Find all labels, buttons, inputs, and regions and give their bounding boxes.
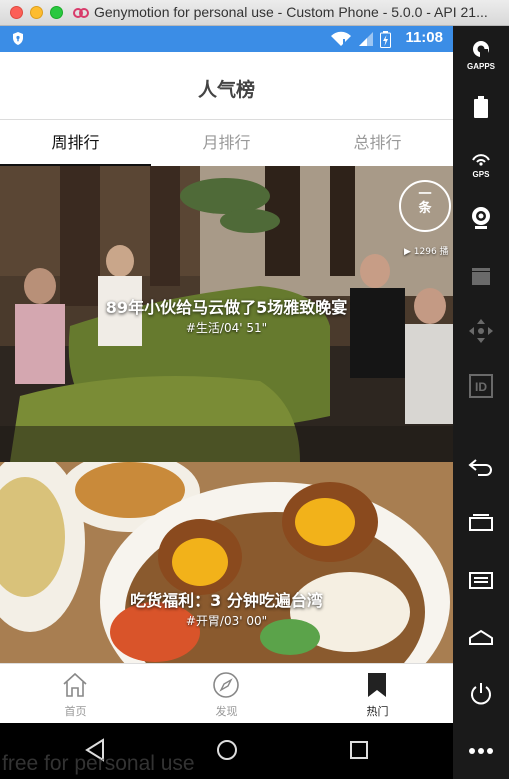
bottom-nav: 首页 发现 热门 [0, 663, 453, 723]
battery-icon [474, 96, 488, 118]
gapps-button[interactable]: GAPPS [453, 40, 509, 71]
card-meta: #开胃/03' 00" [185, 614, 268, 628]
svg-text:ID: ID [475, 380, 487, 394]
nav-hot[interactable]: 热门 [302, 664, 453, 723]
tab-all-time[interactable]: 总排行 [302, 120, 453, 166]
ranking-tabs: 周排行 月排行 总排行 [0, 120, 453, 166]
dpad-button[interactable] [453, 318, 509, 348]
nav-discover-label: 发现 [215, 705, 238, 718]
status-time: 11:08 [405, 29, 443, 46]
webcam-button[interactable] [453, 206, 509, 234]
menu-icon [469, 572, 493, 589]
badge-line2: 条 [418, 201, 432, 216]
gps-icon [472, 154, 490, 166]
video-feed: 一 条 ▶ 1296 播 89年小伙给马云做了5场雅致晚宴 #生活/04' 51… [0, 166, 453, 663]
battery-status-icon [380, 30, 391, 48]
id-icon: ID [469, 374, 493, 398]
window-title: Genymotion for personal use - Custom Pho… [94, 4, 488, 20]
home-icon [469, 629, 493, 645]
status-bar: 11:08 [0, 26, 453, 52]
card-title: 吃货福利：3 分钟吃遍台湾 [130, 591, 323, 610]
home-circle-icon[interactable] [215, 737, 239, 763]
recents-square-icon[interactable] [348, 737, 370, 763]
window-maximize-button[interactable] [50, 6, 63, 19]
gapps-icon [473, 41, 489, 58]
personal-use-watermark: free for personal use [2, 752, 195, 775]
compass-icon [213, 672, 239, 698]
page-title: 人气榜 [197, 79, 255, 101]
app-header: 人气榜 [0, 52, 453, 120]
yitiao-badge: 一 条 [399, 180, 451, 232]
tab-monthly[interactable]: 月排行 [151, 120, 302, 166]
genymotion-sidebar: GAPPS GPS ID [453, 26, 509, 779]
power-icon [471, 683, 491, 705]
phone-screen: 11:08 人气榜 周排行 月排行 总排行 一 条 ▶ 1296 播 89年小伙… [0, 26, 453, 723]
shield-icon [13, 32, 23, 45]
clapperboard-icon [472, 268, 490, 285]
window-minimize-button[interactable] [30, 6, 43, 19]
window-close-button[interactable] [10, 6, 23, 19]
webcam-icon [472, 207, 490, 229]
capture-button[interactable] [453, 266, 509, 290]
home-icon [63, 672, 87, 697]
menu-button[interactable] [453, 571, 509, 593]
food-thumbnail [0, 462, 453, 663]
tab-weekly[interactable]: 周排行 [0, 120, 151, 166]
wifi-icon [331, 31, 351, 46]
back-icon [468, 459, 492, 476]
view-count: ▶ 1296 播 [404, 247, 449, 257]
back-button[interactable] [453, 458, 509, 480]
gps-button[interactable]: GPS [453, 151, 509, 179]
nav-home-label: 首页 [64, 705, 87, 718]
genymotion-app-icon [73, 8, 89, 18]
signal-icon [359, 32, 373, 46]
gapps-label: GAPPS [466, 62, 495, 71]
gps-label: GPS [472, 170, 490, 179]
recent-apps-button[interactable] [453, 513, 509, 535]
bookmark-icon [368, 673, 386, 697]
card-meta: #生活/04' 51" [185, 321, 268, 335]
badge-line1: 一 [418, 187, 432, 202]
device-id-button[interactable]: ID [453, 374, 509, 402]
video-card[interactable]: 吃货福利：3 分钟吃遍台湾 #开胃/03' 00" [0, 462, 453, 663]
android-home-button[interactable] [453, 628, 509, 650]
nav-hot-label: 热门 [366, 705, 389, 718]
dpad-icon [469, 319, 493, 343]
more-button[interactable] [453, 741, 509, 760]
more-icon [469, 748, 493, 754]
video-card[interactable]: 一 条 ▶ 1296 播 89年小伙给马云做了5场雅致晚宴 #生活/04' 51… [0, 166, 453, 462]
card-title: 89年小伙给马云做了5场雅致晚宴 [105, 298, 348, 317]
nav-discover[interactable]: 发现 [151, 664, 302, 723]
recent-apps-icon [469, 514, 493, 531]
power-button[interactable] [453, 681, 509, 711]
window-titlebar: Genymotion for personal use - Custom Pho… [0, 0, 509, 26]
nav-home[interactable]: 首页 [0, 664, 151, 723]
battery-button[interactable] [453, 96, 509, 122]
